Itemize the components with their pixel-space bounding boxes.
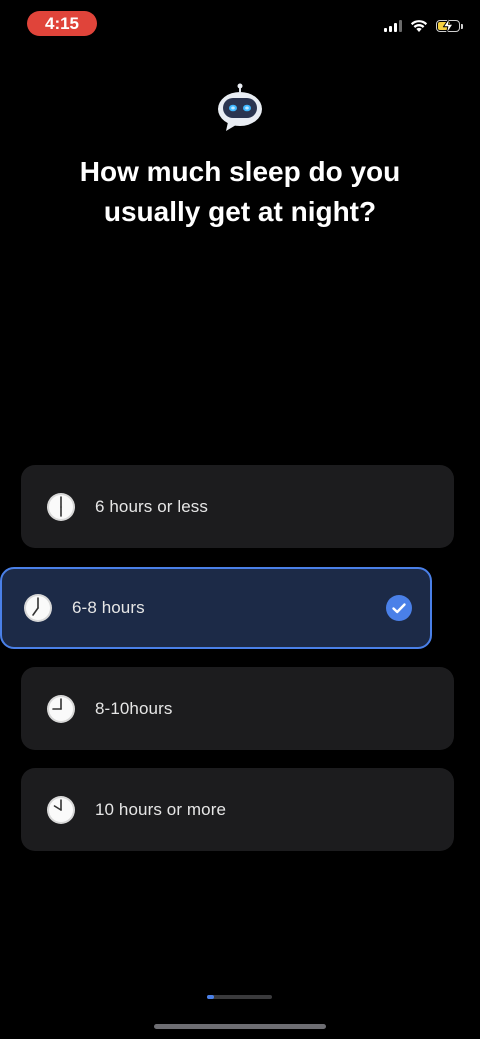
battery-charging-icon [436, 18, 463, 34]
clock-ten-icon [47, 795, 75, 824]
clock-six-icon [47, 492, 75, 521]
clock-seven-icon [24, 594, 52, 622]
option-10-hours-or-more[interactable]: 10 hours or more [21, 768, 454, 851]
checkmark-icon [386, 595, 412, 621]
option-6-hours-or-less[interactable]: 6 hours or less [21, 465, 454, 548]
option-label: 6 hours or less [95, 496, 208, 516]
status-time: 4:15 [27, 11, 97, 36]
robot-chat-icon [218, 83, 262, 131]
progress-fill [207, 995, 214, 999]
status-icons [384, 18, 463, 34]
progress-bar [207, 995, 272, 999]
home-indicator[interactable] [154, 1024, 326, 1029]
status-bar: 4:15 [0, 0, 480, 48]
option-label: 6-8 hours [72, 598, 145, 617]
cellular-signal-icon [384, 20, 402, 32]
option-label: 8-10hours [95, 698, 173, 718]
option-8-10-hours[interactable]: 8-10hours [21, 667, 454, 750]
clock-nine-icon [47, 694, 75, 723]
option-6-8-hours[interactable]: 6-8 hours [0, 567, 432, 649]
option-label: 10 hours or more [95, 799, 227, 819]
wifi-icon [410, 20, 428, 32]
question-title: How much sleep do you usually get at nig… [79, 156, 401, 227]
